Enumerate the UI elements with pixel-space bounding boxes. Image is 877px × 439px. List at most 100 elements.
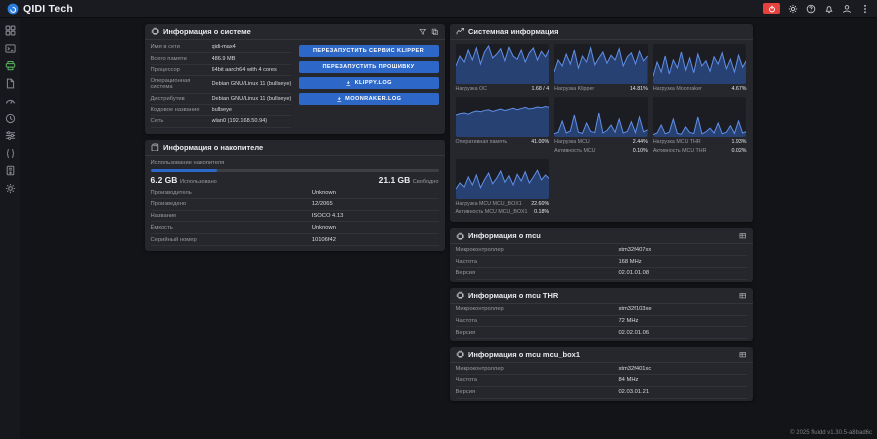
info-label: Частота <box>456 259 619 265</box>
info-value: stm32f103xe <box>618 306 746 312</box>
panel-title: Информация о накопителе <box>163 143 263 152</box>
system-actions: ПЕРЕЗАПУСТИТЬ СЕРВИС KLIPPER ПЕРЕЗАПУСТИ… <box>299 42 439 128</box>
panel-disk-info: Информация о накопителе Использование на… <box>145 140 445 251</box>
info-value: 02.03.01.21 <box>618 389 746 395</box>
info-value: 486.9 MB <box>212 56 291 62</box>
info-value: 168 MHz <box>618 259 746 265</box>
table-row: Частота168 MHz <box>456 256 747 268</box>
sidebar-item-configure[interactable] <box>5 130 16 141</box>
table-row: Процессор64bit aarch64 with 4 cores <box>151 65 291 76</box>
table-row: Кодовое названиеbullseye <box>151 105 291 116</box>
details-icon[interactable] <box>739 351 747 359</box>
sparkline-chart <box>456 97 550 137</box>
chart-value: 2.44% <box>633 139 648 145</box>
chart-label: Нагрузка MCU THR <box>653 139 701 145</box>
panel-system-info: Информация о системе Имя в сетиqidi-max4… <box>145 24 445 134</box>
info-value: qidi-max4 <box>212 44 291 50</box>
panel-title: Информация о mcu THR <box>468 291 558 300</box>
notifications-bell-icon[interactable] <box>824 4 834 14</box>
chart-value: 0.02% <box>731 148 746 154</box>
disk-used-label: Использовано <box>180 179 217 185</box>
mcu-table: Микроконтроллерstm32f103xe Частота72 MHz… <box>450 304 753 341</box>
settings-gear-icon[interactable] <box>788 4 798 14</box>
download-icon <box>345 80 352 87</box>
info-value: 02.01.01.08 <box>618 270 746 276</box>
brand[interactable]: QIDI Tech <box>7 3 73 15</box>
chart-label: Нагрузка Klipper <box>554 86 594 92</box>
info-label: Версия <box>456 389 619 395</box>
info-value: Debian GNU/Linux 11 (bullseye) <box>212 81 291 87</box>
table-row: Имя в сетиqidi-max4 <box>151 42 291 53</box>
chart-label: Нагрузка ОС <box>456 86 487 92</box>
sidebar-item-tune[interactable] <box>5 95 16 106</box>
sidebar-item-system[interactable] <box>5 165 16 176</box>
info-value: 84 MHz <box>618 377 746 383</box>
panel-actions <box>419 28 439 36</box>
chart-line-icon <box>456 27 465 36</box>
info-label: Микроконтроллер <box>456 247 619 253</box>
chart-value: 1.93% <box>731 139 746 145</box>
chart-value: 4.67% <box>731 86 746 92</box>
panel-system-info-header: Информация о системе <box>145 24 445 40</box>
chart-value: 1.68 / 4 <box>531 86 549 92</box>
info-label: Кодовое название <box>151 107 212 113</box>
sparkline-chart <box>554 44 648 84</box>
sparkline-chart <box>653 97 747 137</box>
restart-klipper-service-button[interactable]: ПЕРЕЗАПУСТИТЬ СЕРВИС KLIPPER <box>299 45 439 57</box>
panel-system-charts: Системная информация Нагрузка ОС1.68 / 4… <box>450 24 753 222</box>
table-row: Версия02.01.01.08 <box>456 268 747 280</box>
copy-icon[interactable] <box>431 28 439 36</box>
info-label: Частота <box>456 377 619 383</box>
chart-label: Нагрузка MCU <box>554 139 590 145</box>
info-label: Частота <box>456 318 619 324</box>
details-icon[interactable] <box>739 292 747 300</box>
restart-firmware-button[interactable]: ПЕРЕЗАПУСТИТЬ ПРОШИВКУ <box>299 61 439 73</box>
sidebar-item-settings[interactable] <box>5 183 16 194</box>
chart-moonraker-load: Нагрузка Moonraker4.67% <box>653 44 747 92</box>
info-label: Имя в сети <box>151 44 212 50</box>
account-icon[interactable] <box>842 4 852 14</box>
footer-version: © 2025 fluidd v1.30.5-a8bad6c <box>790 430 872 436</box>
chip-icon <box>456 350 465 359</box>
info-value: Debian GNU/Linux 11 (bullseye) <box>212 96 291 102</box>
sidebar-item-macros[interactable] <box>5 148 16 159</box>
chart-label: Нагрузка MCU MCU_BOX1 <box>456 201 522 207</box>
table-row: Сетьwlan0 (192.168.50.94) <box>151 116 291 127</box>
klippy-log-button[interactable]: KLIPPY.LOG <box>299 77 439 89</box>
chart-label: Активность MCU THR <box>653 148 707 154</box>
sidebar-item-jobs[interactable] <box>5 78 16 89</box>
info-label: Дистрибутив <box>151 96 212 102</box>
chart-value: 22.60% <box>531 201 549 207</box>
help-icon[interactable] <box>806 4 816 14</box>
info-label: Версия <box>456 270 619 276</box>
chart-mcu-load: Нагрузка MCU2.44% Активность MCU0.10% <box>554 97 648 154</box>
sd-card-icon <box>151 143 160 152</box>
sidebar-item-printer[interactable] <box>5 60 16 71</box>
info-value: Unknown <box>312 225 439 231</box>
sidebar <box>0 18 20 439</box>
info-value: ISOCO 4.13 <box>312 213 439 219</box>
info-value: stm32f401xc <box>618 366 746 372</box>
disk-usage-label: Использование накопителя <box>151 160 439 166</box>
emergency-stop-button[interactable] <box>763 3 780 14</box>
info-label: Микроконтроллер <box>456 366 619 372</box>
info-label: Серийный номер <box>151 237 312 243</box>
fluidd-logo-icon <box>7 3 19 15</box>
chart-label: Оперативная память <box>456 139 508 145</box>
sidebar-item-console[interactable] <box>5 43 16 54</box>
kebab-menu-icon[interactable] <box>860 4 870 14</box>
info-value: Unknown <box>312 190 439 196</box>
chip-icon <box>456 291 465 300</box>
disk-free-stat: 21.1 GB Свободно <box>379 175 439 185</box>
panel-disk-info-header: Информация о накопителе <box>145 140 445 156</box>
filter-icon[interactable] <box>419 28 427 36</box>
table-row: Серийный номер10106f42 <box>151 234 439 246</box>
panel-mcu: Информация о mcu Микроконтроллерstm32f40… <box>450 228 753 281</box>
sidebar-item-history[interactable] <box>5 113 16 124</box>
disk-free-label: Свободно <box>413 179 439 185</box>
sidebar-item-dashboard[interactable] <box>5 25 16 36</box>
panel-actions <box>739 351 747 359</box>
moonraker-log-button[interactable]: MOONRAKER.LOG <box>299 93 439 105</box>
details-icon[interactable] <box>739 232 747 240</box>
chart-value: 0.18% <box>534 209 549 215</box>
